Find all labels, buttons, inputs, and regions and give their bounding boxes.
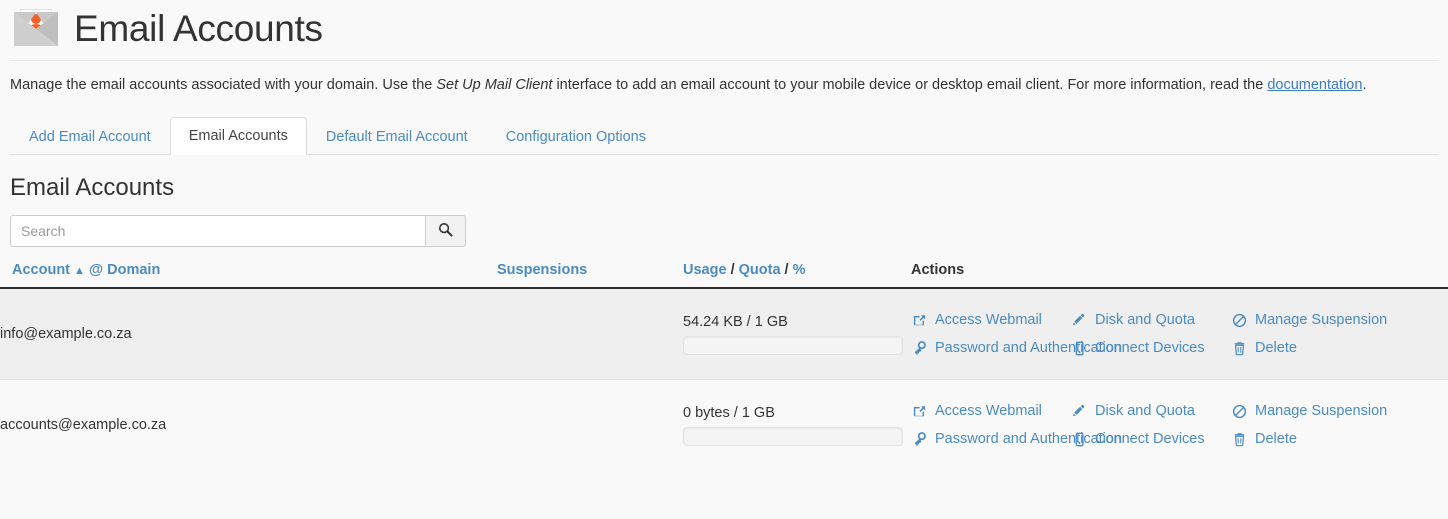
page-description: Manage the email accounts associated wit… <box>0 61 1448 95</box>
ban-icon <box>1231 312 1248 328</box>
action-password-and-authentication[interactable]: Password and Authentication <box>911 431 1122 447</box>
search-input[interactable] <box>10 215 425 247</box>
header-usage-label[interactable]: Usage <box>683 262 727 278</box>
action-disk-and-quota[interactable]: Disk and Quota <box>1071 403 1231 419</box>
header-sep-2: / <box>784 262 789 278</box>
sort-ascending-icon[interactable]: ▲ <box>74 265 85 277</box>
search-icon <box>438 222 453 240</box>
action-label: Delete <box>1255 431 1297 447</box>
description-emphasis: Set Up Mail Client <box>436 77 553 93</box>
table-row: info@example.co.za 54.24 KB / 1 GB Acces… <box>0 288 1448 380</box>
action-manage-suspension[interactable]: Manage Suspension <box>1231 312 1411 328</box>
cell-account: accounts@example.co.za <box>0 417 167 433</box>
cell-actions: Access Webmail Disk and Quota Manage Sus… <box>911 380 1448 471</box>
column-header-account[interactable]: Account ▲ @ Domain <box>0 262 497 289</box>
usage-progress-bar <box>683 426 903 446</box>
action-manage-suspension[interactable]: Manage Suspension <box>1231 403 1411 419</box>
table-body: info@example.co.za 54.24 KB / 1 GB Acces… <box>0 288 1448 470</box>
pencil-icon <box>1071 403 1088 419</box>
tab-bar: Add Email Account Email Accounts Default… <box>10 117 1438 155</box>
usage-text: 0 bytes / 1 GB <box>683 404 775 421</box>
tab-add-email-account[interactable]: Add Email Account <box>10 118 170 155</box>
header-percent-label[interactable]: % <box>793 262 806 278</box>
documentation-link[interactable]: documentation <box>1267 77 1362 93</box>
column-header-usage: Usage / Quota / % <box>683 262 911 289</box>
external-link-icon <box>911 403 928 419</box>
action-disk-and-quota[interactable]: Disk and Quota <box>1071 312 1231 328</box>
description-text-1: Manage the email accounts associated wit… <box>10 77 437 93</box>
trash-icon <box>1231 340 1248 356</box>
search-button[interactable] <box>425 215 466 247</box>
email-accounts-table: Account ▲ @ Domain Suspensions Usage / Q… <box>0 262 1448 470</box>
action-connect-devices[interactable]: Connect Devices <box>1071 340 1231 356</box>
search-row <box>0 203 1448 247</box>
cell-actions: Access Webmail Disk and Quota Manage Sus… <box>911 288 1448 380</box>
action-label: Access Webmail <box>935 403 1042 419</box>
action-access-webmail[interactable]: Access Webmail <box>911 312 1071 328</box>
table-header-row: Account ▲ @ Domain Suspensions Usage / Q… <box>0 262 1448 289</box>
action-password-and-authentication[interactable]: Password and Authentication <box>911 340 1122 356</box>
action-delete[interactable]: Delete <box>1231 431 1351 447</box>
table-row: accounts@example.co.za 0 bytes / 1 GB Ac… <box>0 379 1448 471</box>
column-header-suspensions[interactable]: Suspensions <box>497 262 683 289</box>
cell-usage: 54.24 KB / 1 GB <box>683 288 911 380</box>
header-at-symbol: @ <box>88 262 104 278</box>
action-delete[interactable]: Delete <box>1231 340 1351 356</box>
actions-group: Access Webmail Disk and Quota Manage Sus… <box>911 312 1448 356</box>
action-label: Connect Devices <box>1095 431 1205 447</box>
action-label: Disk and Quota <box>1095 312 1195 328</box>
pencil-icon <box>1071 312 1088 328</box>
email-accounts-icon <box>10 6 62 52</box>
cell-usage: 0 bytes / 1 GB <box>683 380 911 471</box>
page-header: Email Accounts <box>0 0 1448 52</box>
header-sep-1: / <box>730 262 735 278</box>
description-text-2: interface to add an email account to you… <box>552 77 1268 93</box>
email-accounts-page: Email Accounts Manage the email accounts… <box>0 0 1448 519</box>
page-title: Email Accounts <box>74 8 323 49</box>
tab-email-accounts[interactable]: Email Accounts <box>169 117 307 155</box>
mobile-device-icon <box>1071 340 1088 356</box>
action-connect-devices[interactable]: Connect Devices <box>1071 431 1231 447</box>
usage-text: 54.24 KB / 1 GB <box>683 313 788 330</box>
table-head: Account ▲ @ Domain Suspensions Usage / Q… <box>0 262 1448 289</box>
cell-suspensions <box>497 288 683 380</box>
key-icon <box>911 431 928 447</box>
usage-progress-bar <box>683 335 903 355</box>
external-link-icon <box>911 312 928 328</box>
action-label: Manage Suspension <box>1255 312 1388 328</box>
cell-suspensions <box>497 380 683 471</box>
header-domain-label[interactable]: Domain <box>107 262 160 278</box>
tab-configuration-options[interactable]: Configuration Options <box>487 118 665 155</box>
description-text-3: . <box>1362 77 1367 93</box>
key-icon <box>911 340 928 356</box>
column-header-actions: Actions <box>911 262 1448 289</box>
ban-icon <box>1231 403 1248 419</box>
cell-account: info@example.co.za <box>0 326 132 342</box>
section-title: Email Accounts <box>10 174 175 201</box>
action-label: Manage Suspension <box>1255 403 1388 419</box>
header-quota-label[interactable]: Quota <box>739 262 781 278</box>
action-label: Delete <box>1255 340 1297 356</box>
action-label: Connect Devices <box>1095 340 1205 356</box>
action-access-webmail[interactable]: Access Webmail <box>911 403 1071 419</box>
tab-default-email-account[interactable]: Default Email Account <box>307 118 487 155</box>
actions-group: Access Webmail Disk and Quota Manage Sus… <box>911 403 1448 447</box>
trash-icon <box>1231 431 1248 447</box>
header-account-label: Account <box>12 262 70 278</box>
action-label: Access Webmail <box>935 312 1042 328</box>
action-label: Disk and Quota <box>1095 403 1195 419</box>
mobile-device-icon <box>1071 431 1088 447</box>
